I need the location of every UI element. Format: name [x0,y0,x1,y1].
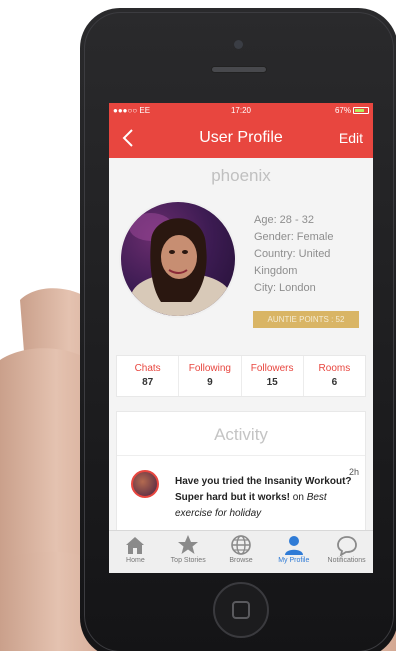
stat-label: Following [188,363,231,374]
activity-item[interactable]: Have you tried the Insanity Workout? Sup… [175,474,355,522]
star-icon [178,535,199,554]
stats-bar: Chats 87 Following 9 Followers 15 Rooms … [116,355,366,397]
stat-following[interactable]: Following 9 [179,356,242,396]
profile-country: Country: United Kingdom [254,248,331,277]
stat-rooms[interactable]: Rooms 6 [304,356,365,396]
profile-age: Age: 28 - 32 [254,214,314,226]
stat-label: Followers [250,363,294,374]
stat-value: 15 [266,377,278,388]
activity-avatar[interactable] [131,470,159,498]
status-bar: ●●●○○ EE 17:20 67% [109,103,373,118]
person-icon [284,536,303,555]
profile-city: City: London [254,282,316,294]
profile-username: phoenix [211,166,271,185]
speech-bubble-icon [336,536,357,556]
tab-label: Notifications [327,557,366,564]
profile-details: Age: 28 - 32 Gender: Female Country: Uni… [254,212,369,297]
stat-label: Rooms [318,363,351,374]
activity-on-word: on [292,492,304,503]
earpiece-speaker [211,66,267,73]
front-camera [234,40,243,49]
tab-home[interactable]: Home [109,531,162,573]
home-button[interactable] [213,582,269,638]
points-badge: AUNTIE POINTS : 52 [253,311,359,328]
stat-value: 6 [331,377,338,388]
tab-label: Browse [229,557,253,564]
tab-label: My Profile [278,557,310,564]
avatar-photo [129,213,231,316]
app-screen: ●●●○○ EE 17:20 67% User Profile Edit pho… [109,103,373,573]
page-title: User Profile [199,129,283,146]
stat-chats[interactable]: Chats 87 [117,356,180,396]
tab-my-profile[interactable]: My Profile [267,531,320,573]
home-icon [126,537,145,554]
navigation-bar: User Profile Edit [109,118,373,158]
tab-bar: Home Top Stories Browse My Profile Notif… [109,530,373,573]
activity-header: Activity [117,412,365,456]
tab-browse[interactable]: Browse [215,531,268,573]
tab-notifications[interactable]: Notifications [320,531,373,573]
stat-label: Chats [134,363,161,374]
stat-value: 87 [142,377,154,388]
battery-icon [353,107,369,114]
tab-label: Top Stories [170,557,206,564]
status-time: 17:20 [230,106,252,115]
tab-top-stories[interactable]: Top Stories [162,531,215,573]
edit-button[interactable]: Edit [339,130,363,146]
profile-avatar[interactable] [119,200,237,318]
stat-value: 9 [207,377,213,388]
tab-label: Home [126,557,145,564]
profile-gender: Gender: Female [254,231,334,243]
battery-percent: 67% [334,106,351,115]
stat-followers[interactable]: Followers 15 [242,356,304,396]
globe-icon [231,535,251,555]
